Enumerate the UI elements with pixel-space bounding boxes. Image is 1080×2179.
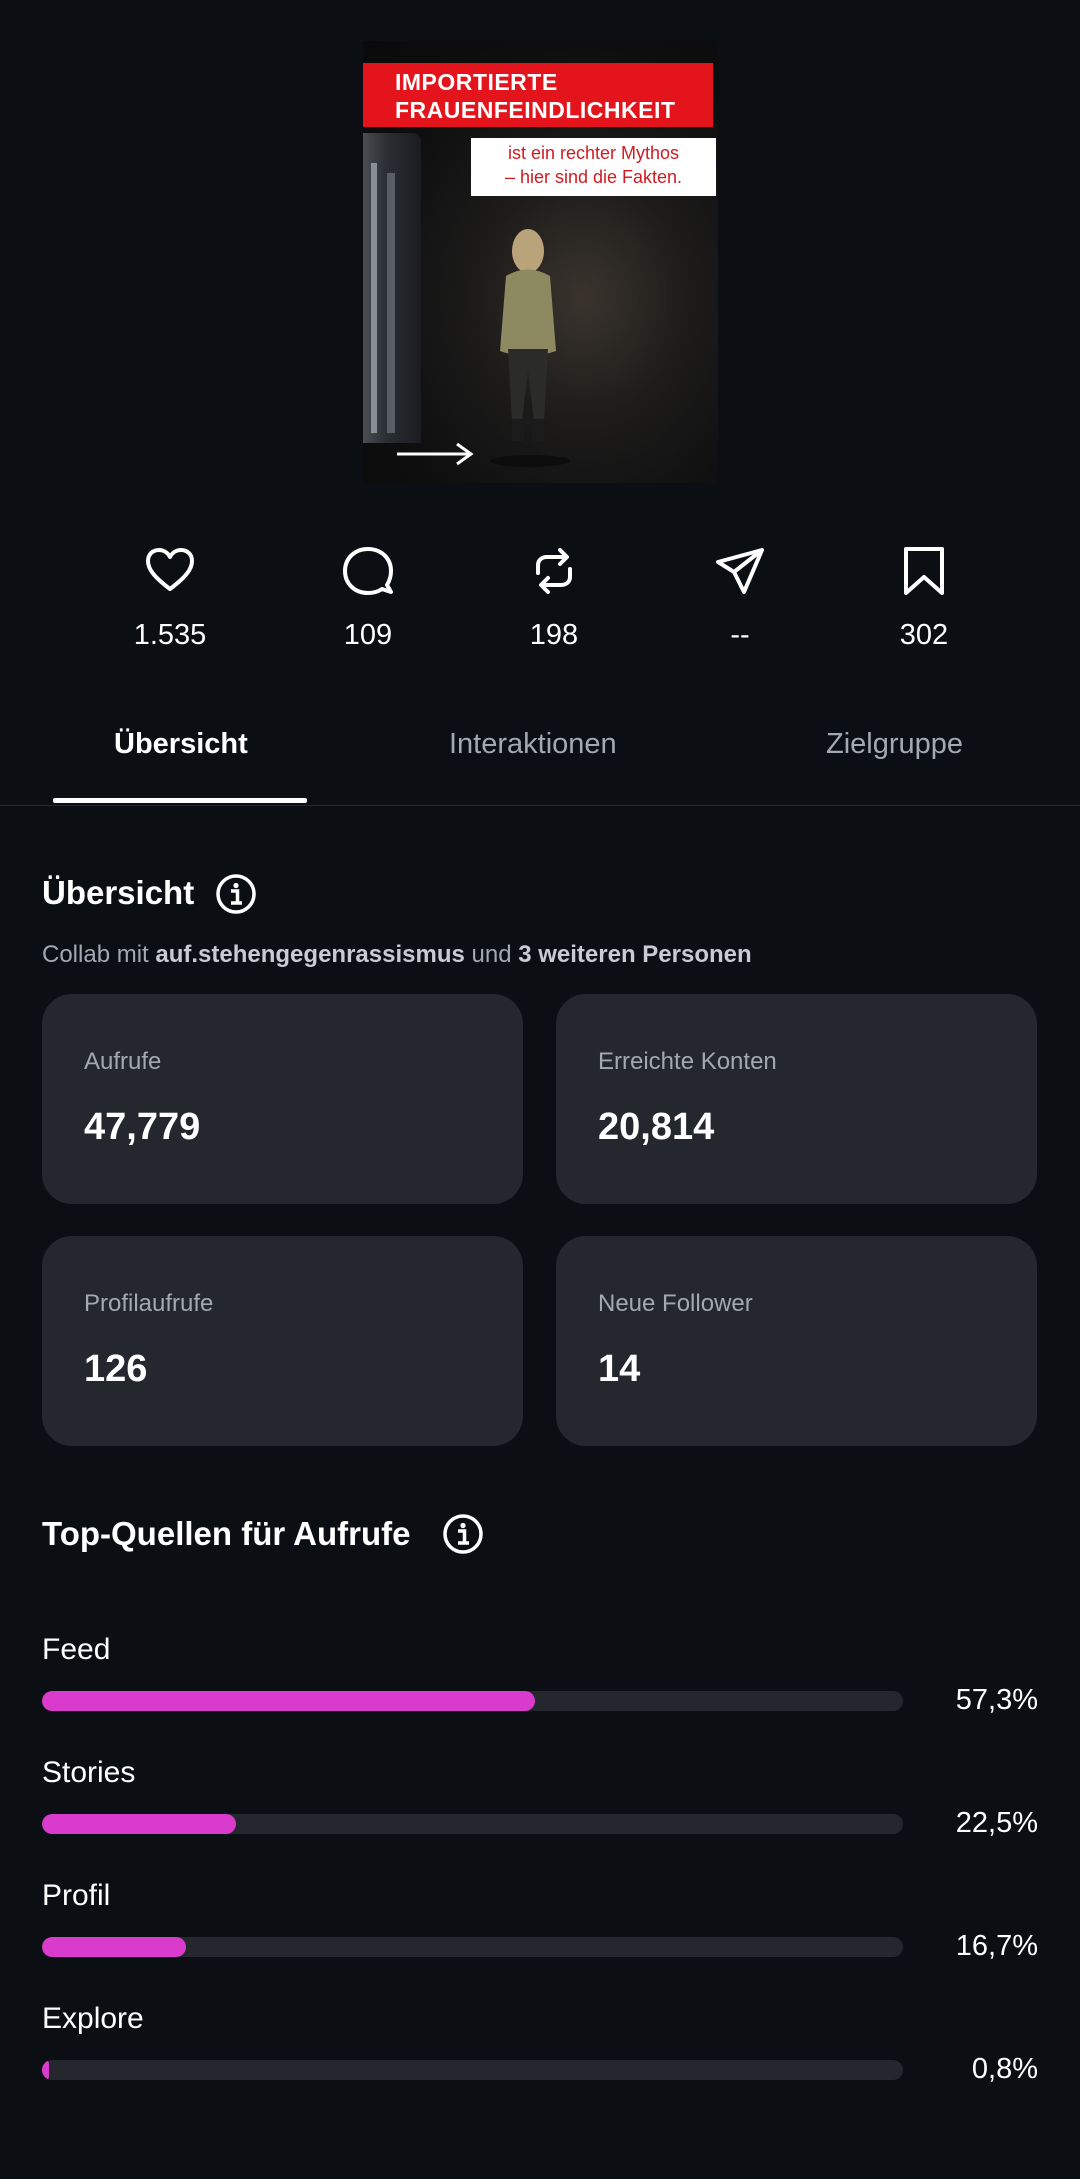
metric-card-aufrufe: Aufrufe 47,779 [42, 994, 523, 1204]
metric-label: Aufrufe [84, 1048, 162, 1075]
source-label: Profil [42, 1879, 111, 1912]
tab-interaktionen[interactable]: Interaktionen [449, 728, 617, 761]
top-sources-title: Top-Quellen für Aufrufe [42, 1515, 411, 1552]
metric-card-erreichte-konten: Erreichte Konten 20,814 [556, 994, 1037, 1204]
metric-card-profilaufrufe: Profilaufrufe 126 [42, 1236, 523, 1446]
metric-label: Profilaufrufe [84, 1290, 214, 1317]
source-bar-track [42, 2060, 903, 2080]
post-headline-line2: FRAUENFEINDLICHKEIT [395, 97, 676, 123]
stat-comments[interactable]: 109 [298, 545, 438, 652]
collab-prefix: Collab mit [42, 941, 156, 968]
metric-value: 14 [598, 1348, 641, 1390]
heart-icon [146, 548, 194, 591]
metric-card-neue-follower: Neue Follower 14 [556, 1236, 1037, 1446]
source-bar-track [42, 1691, 903, 1711]
metric-value: 20,814 [598, 1106, 715, 1148]
metric-label: Neue Follower [598, 1290, 753, 1317]
post-headline-line1: IMPORTIERTE [395, 69, 558, 95]
stat-shares-value: -- [730, 619, 750, 651]
post-headline: IMPORTIERTE FRAUENFEINDLICHKEIT [363, 63, 713, 127]
source-label: Feed [42, 1633, 111, 1666]
repost-icon [536, 548, 572, 594]
stat-likes-value: 1.535 [133, 619, 207, 651]
post-subheadline-line1: ist ein rechter Mythos [507, 143, 680, 163]
stat-reposts[interactable]: 198 [484, 545, 624, 652]
post-subheadline-line2: – hier sind die Fakten. [504, 167, 683, 187]
metric-label: Erreichte Konten [598, 1048, 777, 1075]
source-percent: 16,7% [955, 1930, 1038, 1962]
source-label: Stories [42, 1756, 136, 1789]
source-bar-fill [42, 2060, 49, 2080]
collab-account[interactable]: auf.stehengegenrassismus [155, 941, 464, 968]
collab-others[interactable]: 3 weiteren Personen [518, 941, 751, 968]
source-percent: 57,3% [955, 1684, 1038, 1716]
stat-saves-value: 302 [899, 619, 949, 651]
tab-zielgruppe[interactable]: Zielgruppe [826, 728, 963, 761]
source-bar-track [42, 1814, 903, 1834]
post-image[interactable]: IMPORTIERTE FRAUENFEINDLICHKEIT ist ein … [363, 41, 718, 483]
active-tab-indicator [53, 798, 307, 803]
woman-figure [490, 229, 570, 467]
overview-title: Übersicht [42, 874, 195, 911]
stat-comments-value: 109 [343, 619, 393, 651]
metric-value: 126 [84, 1348, 148, 1390]
tab-uebersicht[interactable]: Übersicht [114, 728, 248, 761]
source-bar-track [42, 1937, 903, 1957]
kiosk-shape [363, 133, 421, 443]
collab-info: Collab mit auf.stehengegenrassismus und … [42, 941, 752, 969]
comment-icon [343, 547, 393, 595]
source-percent: 22,5% [955, 1807, 1038, 1839]
tab-divider [0, 805, 1080, 806]
info-icon[interactable] [215, 873, 257, 915]
source-percent: 0,8% [971, 2053, 1038, 2085]
source-label: Explore [42, 2002, 144, 2035]
stat-likes[interactable]: 1.535 [100, 545, 240, 652]
collab-middle: und [464, 941, 519, 968]
share-icon [716, 548, 764, 594]
metric-value: 47,779 [84, 1106, 201, 1148]
stat-shares[interactable]: -- [670, 545, 810, 652]
source-bar-fill [42, 1937, 186, 1957]
info-icon[interactable] [442, 1513, 484, 1555]
stat-saves[interactable]: 302 [854, 545, 994, 652]
arrow-right-icon [397, 442, 474, 466]
stat-reposts-value: 198 [529, 619, 579, 651]
bookmark-icon [904, 547, 944, 595]
post-subheadline: ist ein rechter Mythos – hier sind die F… [471, 138, 716, 196]
source-bar-fill [42, 1814, 236, 1834]
source-bar-fill [42, 1691, 536, 1711]
